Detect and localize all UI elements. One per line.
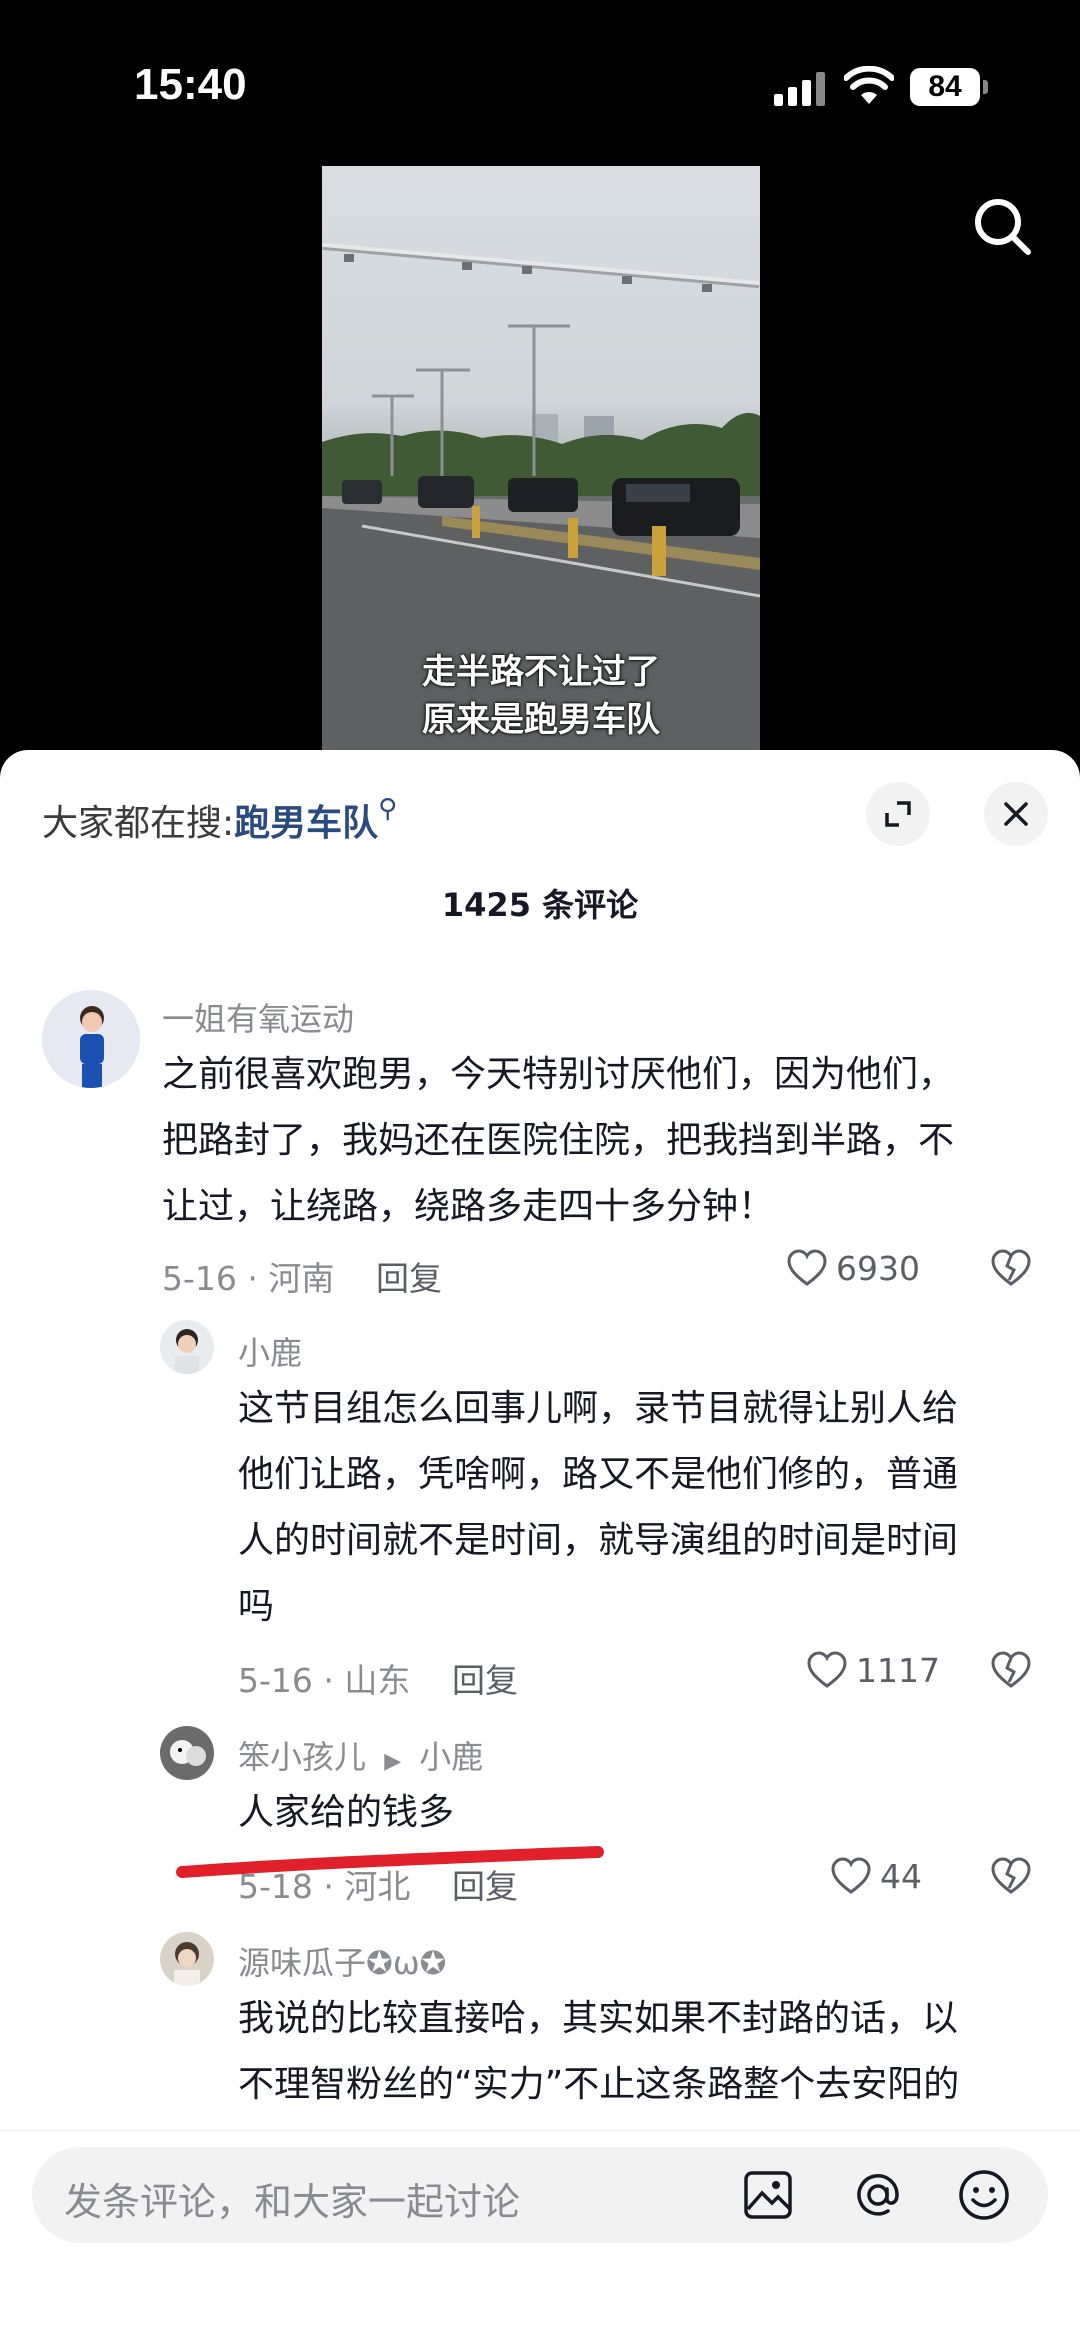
search-small-icon: ⚲	[378, 794, 398, 824]
comment-text: 人家给的钱多	[238, 1780, 454, 1846]
status-time: 15:40	[134, 60, 247, 109]
comment-input[interactable]: 发条评论，和大家一起讨论	[32, 2147, 1048, 2243]
comment-line: 之前很喜欢跑男，今天特别讨厌他们，因为他们，	[162, 1054, 955, 1095]
comment-line: 把路封了，我妈还在医院住院，把我挡到半路，不	[162, 1120, 955, 1161]
emoji-icon[interactable]	[956, 2167, 1012, 2227]
like-button[interactable]: 1117	[806, 1650, 940, 1690]
comment-text: 这节目组怎么回事儿啊，录节目就得让别人给 他们让路，凭啥啊，路又不是他们修的，普…	[238, 1376, 958, 1640]
battery-indicator: 84	[910, 68, 988, 106]
wifi-icon	[843, 65, 895, 110]
heart-icon	[787, 1249, 827, 1286]
avatar[interactable]	[160, 1320, 214, 1374]
comment-username[interactable]: 小鹿	[238, 1328, 302, 1374]
comment-input-bar: 发条评论，和大家一起讨论	[0, 2130, 1080, 2349]
like-button[interactable]: 44	[830, 1856, 922, 1896]
reply-to-username[interactable]: 小鹿	[419, 1738, 483, 1776]
close-icon	[1004, 802, 1028, 826]
close-button[interactable]	[984, 782, 1048, 846]
comment-username[interactable]: 源味瓜子✪ω✪	[238, 1938, 446, 1984]
comment-meta: 5-16 · 山东	[238, 1661, 411, 1700]
red-underline-annotation	[176, 1846, 604, 1878]
comment-meta: 5-16 · 河南	[162, 1259, 335, 1298]
video-player[interactable]: 走半路不让过了 原来是跑男车队	[322, 166, 760, 756]
comment-username[interactable]: 一姐有氧运动	[162, 994, 354, 1040]
dislike-icon[interactable]	[990, 1650, 1032, 1694]
avatar[interactable]	[42, 990, 140, 1088]
reply-arrow-icon: ▶	[384, 1749, 402, 1774]
like-count: 1117	[856, 1650, 940, 1690]
avatar[interactable]	[160, 1726, 214, 1780]
comment-input-placeholder: 发条评论，和大家一起讨论	[64, 2180, 521, 2224]
comment-line: 这节目组怎么回事儿啊，录节目就得让别人给	[238, 1388, 959, 1429]
like-count: 6930	[836, 1248, 920, 1288]
comment-line: 人的时间就不是时间，就导演组的时间是时间	[238, 1520, 959, 1561]
dislike-icon[interactable]	[990, 1856, 1032, 1900]
like-button[interactable]: 6930	[786, 1248, 920, 1288]
hot-search-term[interactable]: 跑男车队	[234, 803, 378, 844]
heart-icon	[807, 1651, 847, 1688]
reply-header: 笨小孩儿 ▶ 小鹿	[238, 1732, 483, 1778]
comment-text: 之前很喜欢跑男，今天特别讨厌他们，因为他们， 把路封了，我妈还在医院住院，把我挡…	[162, 1042, 954, 1240]
mention-icon[interactable]	[850, 2167, 906, 2227]
comment-line: 不理智粉丝的“实力”不止这条路整个去安阳的	[238, 2064, 960, 2105]
hot-search-bar[interactable]: 大家都在搜:跑男车队⚲	[42, 794, 397, 846]
video-caption-line1: 走半路不让过了	[422, 652, 660, 692]
expand-icon	[885, 801, 911, 827]
expand-button[interactable]	[866, 782, 930, 846]
comment-line: 我说的比较直接哈，其实如果不封路的话，以	[238, 1998, 959, 2039]
like-count: 44	[880, 1856, 922, 1896]
signal-icon	[774, 72, 828, 106]
reply-button[interactable]: 回复	[452, 1654, 518, 1702]
comment-line: 让过，让绕路，绕路多走四十多分钟！	[162, 1186, 775, 1227]
comment-line: 吗	[238, 1586, 275, 1627]
dislike-icon[interactable]	[990, 1248, 1032, 1292]
avatar[interactable]	[160, 1932, 214, 1986]
comment-username[interactable]: 笨小孩儿	[238, 1738, 366, 1776]
hot-search-prefix: 大家都在搜:	[42, 803, 235, 844]
comment-line: 他们让路，凭啥啊，路又不是他们修的，普通	[238, 1454, 959, 1495]
comment-sheet: 大家都在搜:跑男车队⚲ 1425 条评论 一姐有氧运动 之前很喜欢跑男，今天特别…	[0, 750, 1080, 2348]
comment-line: 人家给的钱多	[238, 1792, 455, 1833]
comment-text: 我说的比较直接哈，其实如果不封路的话，以 不理智粉丝的“实力”不止这条路整个去安…	[238, 1986, 959, 2118]
video-caption-line2: 原来是跑男车队	[422, 700, 660, 740]
reply-button[interactable]: 回复	[376, 1252, 442, 1300]
heart-icon	[831, 1857, 871, 1894]
search-icon[interactable]	[968, 192, 1038, 262]
comment-count: 1425 条评论	[441, 886, 639, 924]
image-icon[interactable]	[742, 2169, 794, 2225]
